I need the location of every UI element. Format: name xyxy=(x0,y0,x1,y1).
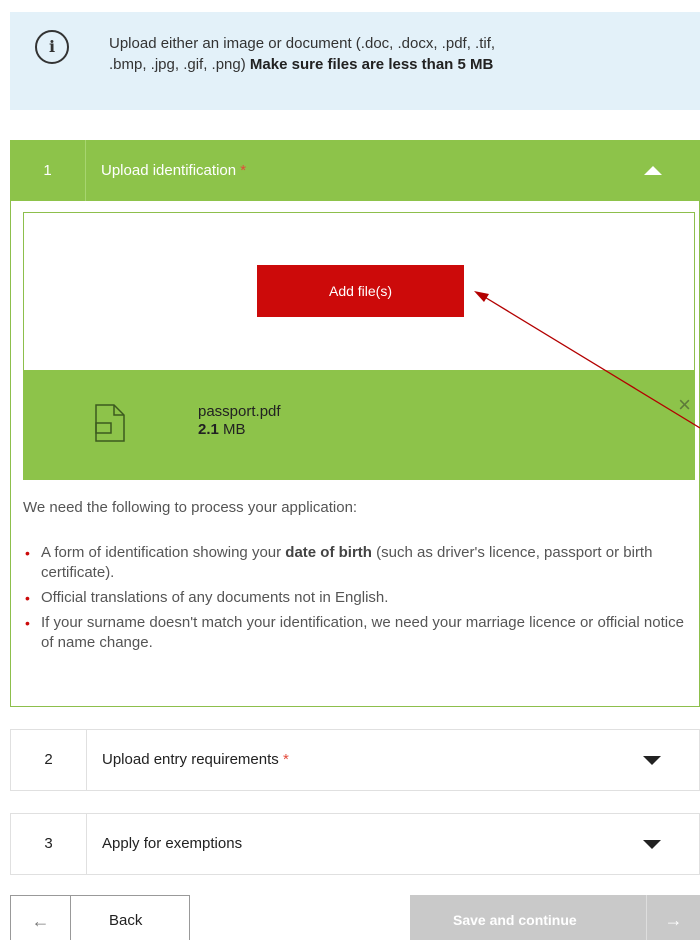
chevron-up-icon[interactable] xyxy=(644,166,662,175)
section-title: Upload identification * xyxy=(101,140,246,201)
requirements-list: A form of identification showing your da… xyxy=(23,543,695,658)
requirement-text: A form of identification showing your xyxy=(41,544,286,561)
remove-file-icon[interactable]: × xyxy=(678,392,691,418)
add-files-button[interactable]: Add file(s) xyxy=(257,265,464,317)
file-name: passport.pdf xyxy=(198,403,281,420)
file-size-unit: MB xyxy=(218,421,246,438)
back-label: Back xyxy=(109,912,143,929)
accordion-header-1[interactable]: 1 Upload identification * xyxy=(10,140,700,201)
list-item: A form of identification showing your da… xyxy=(23,543,695,583)
accordion-upload-identification: 1 Upload identification * Add file(s) pa… xyxy=(10,140,700,707)
upload-dropzone: Add file(s) passport.pdf 2.1 MB × xyxy=(23,212,695,480)
document-icon xyxy=(95,404,125,442)
chevron-down-icon[interactable] xyxy=(643,840,661,849)
info-text-line2: .bmp, .jpg, .gif, .png) xyxy=(109,56,250,73)
requirement-text: If your surname doesn't match your ident… xyxy=(41,614,684,651)
requirement-text: Official translations of any documents n… xyxy=(41,589,389,606)
requirement-emphasis: date of birth xyxy=(285,544,372,561)
accordion-upload-entry-requirements[interactable]: 2 Upload entry requirements * xyxy=(10,729,700,791)
section-title: Apply for exemptions xyxy=(102,835,243,852)
step-number: 2 xyxy=(11,730,87,790)
file-size: 2.1 MB xyxy=(198,421,246,438)
back-button[interactable]: ← Back xyxy=(10,895,190,940)
info-banner: i Upload either an image or document (.d… xyxy=(10,12,700,110)
list-item: Official translations of any documents n… xyxy=(23,588,695,608)
required-asterisk: * xyxy=(240,162,247,179)
section-title-text: Upload identification xyxy=(101,162,237,179)
step-number: 1 xyxy=(10,140,86,201)
chevron-down-icon[interactable] xyxy=(643,756,661,765)
file-size-value: 2.1 xyxy=(198,421,219,438)
info-text-line1: Upload either an image or document (.doc… xyxy=(109,35,496,52)
accordion-apply-for-exemptions[interactable]: 3 Apply for exemptions xyxy=(10,813,700,875)
info-size-limit: Make sure files are less than 5 MB xyxy=(249,56,494,73)
save-and-continue-button[interactable]: Save and continue → xyxy=(410,895,700,940)
arrow-left-icon: ← xyxy=(11,896,71,940)
save-label: Save and continue xyxy=(453,912,577,928)
required-asterisk: * xyxy=(282,751,289,768)
section-title-text: Upload entry requirements xyxy=(102,751,279,768)
info-text: Upload either an image or document (.doc… xyxy=(109,33,679,75)
requirements-intro: We need the following to process your ap… xyxy=(23,499,358,516)
uploaded-file-row: passport.pdf 2.1 MB × xyxy=(23,370,695,480)
section-title: Upload entry requirements * xyxy=(102,730,289,790)
list-item: If your surname doesn't match your ident… xyxy=(23,613,695,653)
step-number: 3 xyxy=(11,814,87,874)
info-icon: i xyxy=(35,30,69,64)
arrow-right-icon: → xyxy=(646,895,700,940)
